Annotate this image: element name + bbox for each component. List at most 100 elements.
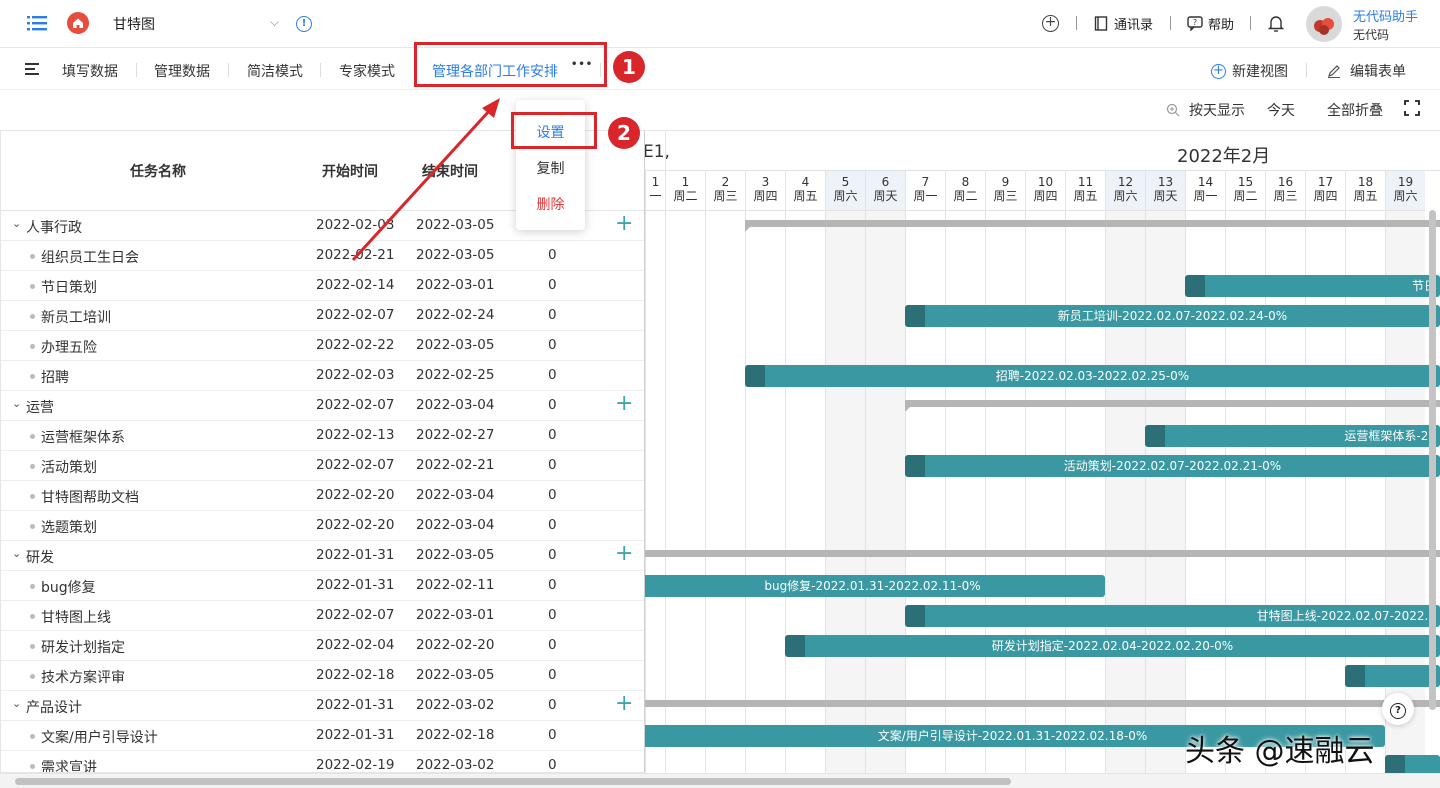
table-row[interactable]: 需求宣讲 2022-02-19 2022-03-02 0	[1, 751, 644, 772]
weekday: 周六	[833, 189, 858, 203]
add-icon[interactable]: +	[1042, 15, 1059, 32]
menu-item-copy[interactable]: 复制	[516, 158, 585, 178]
group-row[interactable]: ⌄ 运营 2022-02-07 2022-03-04 0 +	[1, 391, 644, 421]
group-summary-bar[interactable]	[745, 220, 1440, 227]
task-bar[interactable]	[1385, 755, 1440, 773]
day-header: 6 周天	[865, 171, 905, 211]
user-org: 无代码	[1353, 28, 1390, 42]
fullscreen-icon[interactable]	[1404, 100, 1420, 116]
add-subtask-icon[interactable]: +	[615, 212, 633, 236]
add-subtask-icon[interactable]: +	[615, 392, 633, 416]
start-date: 2022-02-14	[316, 277, 395, 293]
group-summary-bar[interactable]	[645, 700, 1440, 707]
table-row[interactable]: 甘特图上线 2022-02-07 2022-03-01 0	[1, 601, 644, 631]
collapse-caret-icon[interactable]: ⌄	[12, 547, 21, 560]
day-header: 12 周六	[1105, 171, 1145, 211]
end-date: 2022-02-18	[416, 727, 495, 743]
divider	[1250, 16, 1251, 30]
table-row[interactable]: bug修复 2022-01-31 2022-02-11 0	[1, 571, 644, 601]
bullet-icon	[30, 614, 35, 619]
collapse-caret-icon[interactable]: ⌄	[12, 217, 21, 230]
add-subtask-icon[interactable]: +	[615, 692, 633, 716]
task-bar[interactable]: 甘特图上线-2022.02.07-2022.0	[905, 605, 1440, 627]
contacts-icon	[1094, 16, 1108, 31]
add-subtask-icon[interactable]: +	[615, 542, 633, 566]
menu-item-delete[interactable]: 删除	[516, 194, 585, 214]
table-row[interactable]: 甘特图帮助文档 2022-02-20 2022-03-04 0	[1, 481, 644, 511]
group-summary-bar[interactable]	[905, 400, 1440, 407]
help-button[interactable]: ? 帮助	[1187, 14, 1234, 33]
group-summary-bar[interactable]	[645, 550, 1440, 557]
col-end-time[interactable]: 结束时间	[422, 161, 478, 181]
group-row[interactable]: ⌄ 产品设计 2022-01-31 2022-03-02 0 +	[1, 691, 644, 721]
table-row[interactable]: 技术方案评审 2022-02-18 2022-03-05 0	[1, 661, 644, 691]
task-bar[interactable]: 新员工培训-2022.02.07-2022.02.24-0%	[905, 305, 1440, 327]
horizontal-scrollbar[interactable]	[0, 773, 1440, 788]
table-row[interactable]: 节日策划 2022-02-14 2022-03-01 0	[1, 271, 644, 301]
weekday: 周四	[1033, 189, 1058, 203]
app-title[interactable]: 甘特图	[113, 14, 155, 34]
collapse-all-button[interactable]: 全部折叠	[1327, 100, 1383, 120]
table-row[interactable]: 研发计划指定 2022-02-04 2022-02-20 0	[1, 631, 644, 661]
new-view-button[interactable]: + 新建视图	[1211, 61, 1288, 81]
day-number: 14	[1197, 175, 1214, 189]
edit-form-button[interactable]: 编辑表单	[1327, 61, 1406, 81]
contacts-button[interactable]: 通讯录	[1094, 14, 1153, 33]
table-row[interactable]: 选题策划 2022-02-20 2022-03-04 0	[1, 511, 644, 541]
tab-expert-mode[interactable]: 专家模式	[339, 61, 395, 81]
progress-value: 0	[548, 697, 557, 713]
table-row[interactable]: 活动策划 2022-02-07 2022-02-21 0	[1, 451, 644, 481]
day-column	[705, 171, 745, 773]
tab-simple-mode[interactable]: 简洁模式	[247, 61, 303, 81]
avatar[interactable]	[1306, 6, 1342, 42]
table-row[interactable]: 招聘 2022-02-03 2022-02-25 0	[1, 361, 644, 391]
day-number: 7	[921, 175, 930, 189]
tab-fill-data[interactable]: 填写数据	[62, 61, 118, 81]
month-header: 2022年2月	[665, 131, 1440, 171]
bell-icon[interactable]	[1268, 15, 1284, 32]
highlight-box-2	[511, 112, 597, 149]
list-menu-icon[interactable]	[27, 15, 47, 31]
table-row[interactable]: 新员工培训 2022-02-07 2022-02-24 0	[1, 301, 644, 331]
home-icon[interactable]	[67, 12, 89, 34]
chevron-down-icon[interactable]: ⌵	[270, 15, 279, 30]
end-date: 2022-03-02	[416, 697, 495, 713]
vertical-scroll-thumb[interactable]	[1429, 210, 1436, 710]
task-bar[interactable]: 运营框架体系-20	[1145, 425, 1440, 447]
task-bar[interactable]: 研发计划指定-2022.02.04-2022.02.20-0%	[785, 635, 1440, 657]
month-label: 2022年2月	[1177, 146, 1271, 167]
day-view-button[interactable]: 按天显示	[1166, 100, 1245, 120]
table-row[interactable]: 组织员工生日会 2022-02-21 2022-03-05 0	[1, 241, 644, 271]
user-name[interactable]: 无代码助手	[1353, 6, 1418, 25]
collapse-caret-icon[interactable]: ⌄	[12, 397, 21, 410]
horizontal-scroll-thumb[interactable]	[15, 778, 1011, 785]
col-task-name[interactable]: 任务名称	[130, 161, 186, 181]
start-date: 2022-02-07	[316, 457, 395, 473]
weekday: 周一	[1193, 189, 1218, 203]
day-header: 16 周三	[1265, 171, 1305, 211]
task-bar[interactable]: 节日	[1185, 275, 1440, 297]
group-row[interactable]: ⌄ 研发 2022-01-31 2022-03-05 0 +	[1, 541, 644, 571]
col-start-time[interactable]: 开始时间	[322, 161, 378, 181]
table-row[interactable]: 运营框架体系 2022-02-13 2022-02-27 0	[1, 421, 644, 451]
task-bar[interactable]: bug修复-2022.01.31-2022.02.11-0%	[645, 575, 1105, 597]
day-number: 16	[1277, 175, 1294, 189]
collapse-caret-icon[interactable]: ⌄	[12, 697, 21, 710]
table-row[interactable]: 文案/用户引导设计 2022-01-31 2022-02-18 0	[1, 721, 644, 751]
top-bar: 甘特图 ⌵ ! + 通讯录 ? 帮助 无代码助手 无代码	[0, 0, 1440, 48]
svg-text:?: ?	[1193, 18, 1197, 27]
day-header: 11 周五	[1065, 171, 1105, 211]
hamburger-icon[interactable]	[25, 63, 39, 75]
task-bar[interactable]: 招聘-2022.02.03-2022.02.25-0%	[745, 365, 1440, 387]
table-row[interactable]: 办理五险 2022-02-22 2022-03-05 0	[1, 331, 644, 361]
today-button[interactable]: 今天	[1267, 100, 1295, 120]
day-number: 17	[1317, 175, 1334, 189]
help-float-button[interactable]: ?	[1382, 693, 1414, 725]
task-bar[interactable]: 活动策划-2022.02.07-2022.02.21-0%	[905, 455, 1440, 477]
vertical-scrollbar[interactable]	[1426, 210, 1438, 730]
tab-manage-data[interactable]: 管理数据	[154, 61, 210, 81]
task-name: 组织员工生日会	[41, 250, 139, 266]
view-tabs-bar: 填写数据 管理数据 简洁模式 专家模式 管理各部门工作安排 ••• 1 + 新建…	[0, 42, 1440, 90]
info-icon[interactable]: !	[296, 16, 312, 32]
day-number: 8	[961, 175, 970, 189]
